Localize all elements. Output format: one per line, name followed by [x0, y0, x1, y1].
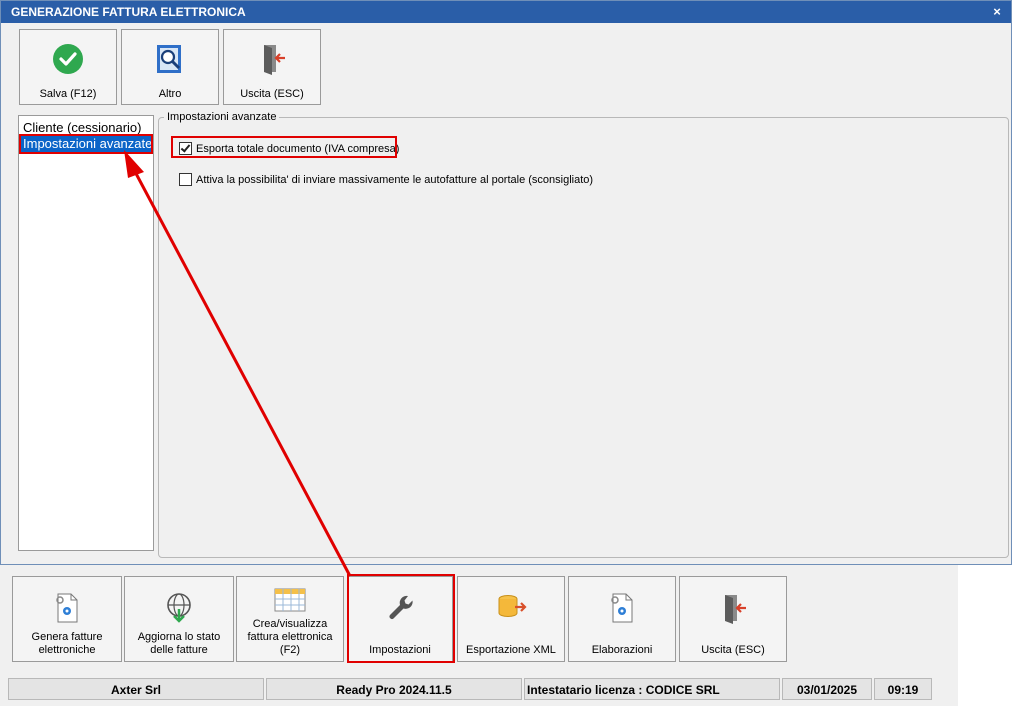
- document-gear-icon: [611, 593, 633, 623]
- dialog-titlebar: GENERAZIONE FATTURA ELETTRONICA ×: [1, 1, 1011, 23]
- button-label: Genera fatture elettroniche: [31, 631, 103, 656]
- salva-button[interactable]: Salva (F12): [19, 29, 117, 105]
- close-icon[interactable]: ×: [989, 4, 1005, 20]
- button-label: Salva (F12): [39, 88, 97, 100]
- settings-nav-list: Cliente (cessionario) Impostazioni avanz…: [18, 115, 154, 551]
- button-label: Crea/visualizza fattura elettronica (F2): [247, 618, 333, 656]
- altro-button[interactable]: Altro: [121, 29, 219, 105]
- group-title: Impostazioni avanzate: [164, 111, 280, 123]
- button-label: Esportazione XML: [466, 644, 556, 656]
- autofatture-option[interactable]: Attiva la possibilita' di inviare massiv…: [179, 171, 593, 189]
- genera-fatture-button[interactable]: Genera fatture elettroniche: [12, 576, 122, 662]
- wrench-icon: [389, 595, 413, 619]
- button-label: Uscita (ESC): [701, 644, 765, 656]
- generazione-fattura-dialog: GENERAZIONE FATTURA ELETTRONICA × Salva …: [0, 0, 1012, 565]
- database-export-icon: [498, 595, 527, 618]
- nav-item-cliente[interactable]: Cliente (cessionario): [21, 120, 151, 136]
- uscita-button[interactable]: Uscita (ESC): [223, 29, 321, 105]
- esporta-totale-option[interactable]: Esporta totale documento (IVA compresa): [179, 140, 399, 158]
- impostazioni-avanzate-group: Impostazioni avanzate Esporta totale doc…: [158, 111, 1009, 558]
- button-label: Aggiorna lo stato delle fatture: [137, 631, 221, 656]
- elaborazioni-button[interactable]: Elaborazioni: [568, 576, 676, 662]
- globe-download-icon: [167, 593, 191, 623]
- status-company: Axter Srl: [8, 678, 264, 700]
- status-time: 09:19: [874, 678, 932, 700]
- esporta-totale-label: Esporta totale documento (IVA compresa): [196, 143, 400, 155]
- search-document-icon: [157, 45, 181, 73]
- button-label: Impostazioni: [369, 644, 431, 656]
- button-label: Uscita (ESC): [240, 88, 304, 100]
- status-version: Ready Pro 2024.11.5: [266, 678, 522, 700]
- button-label: Altro: [158, 88, 182, 100]
- autofatture-checkbox[interactable]: [179, 172, 192, 186]
- nav-item-impostazioni-avanzate[interactable]: Impostazioni avanzate: [19, 134, 153, 154]
- impostazioni-button[interactable]: Impostazioni: [347, 576, 453, 662]
- esporta-totale-checkbox[interactable]: [179, 141, 192, 155]
- checkmark-circle-icon: [53, 44, 83, 74]
- exit-door-icon: [264, 45, 285, 75]
- aggiorna-stato-button[interactable]: Aggiorna lo stato delle fatture: [124, 576, 234, 662]
- status-license: Intestatario licenza : CODICE SRL: [524, 678, 780, 700]
- exit-door-icon: [725, 595, 746, 624]
- document-gear-icon: [56, 593, 78, 623]
- esportazione-xml-button[interactable]: Esportazione XML: [457, 576, 565, 662]
- dialog-title: GENERAZIONE FATTURA ELETTRONICA: [11, 5, 246, 19]
- status-bar: Axter Srl Ready Pro 2024.11.5 Intestatar…: [6, 678, 956, 702]
- crea-visualizza-button[interactable]: Crea/visualizza fattura elettronica (F2): [236, 576, 344, 662]
- spreadsheet-icon: [274, 588, 306, 612]
- uscita-main-button[interactable]: Uscita (ESC): [679, 576, 787, 662]
- button-label: Elaborazioni: [591, 644, 653, 656]
- autofatture-label: Attiva la possibilita' di inviare massiv…: [196, 174, 594, 186]
- status-date: 03/01/2025: [782, 678, 872, 700]
